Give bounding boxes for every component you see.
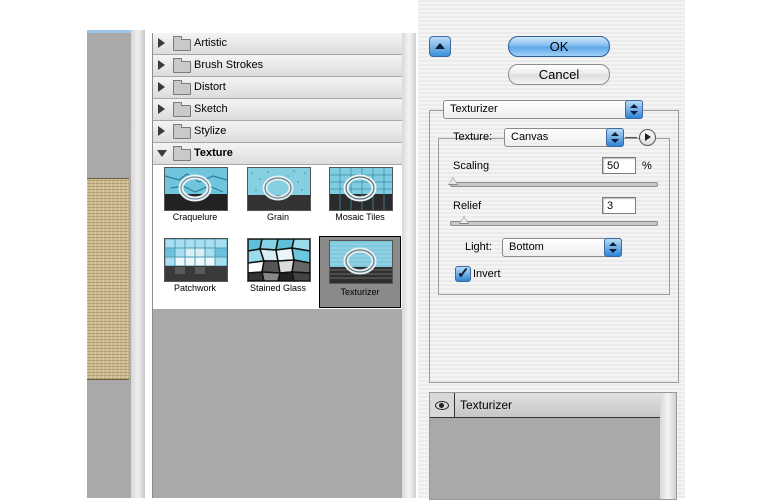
category-stylize[interactable]: Stylize: [153, 121, 403, 143]
category-brush-strokes[interactable]: Brush Strokes: [153, 55, 403, 77]
popup-arrows-icon: [625, 100, 643, 119]
folder-icon: [173, 58, 191, 73]
light-select-value: Bottom: [509, 241, 544, 253]
light-select[interactable]: Bottom: [502, 238, 622, 257]
craquelure-preview-image: [164, 167, 228, 211]
layers-scrollbar[interactable]: [660, 393, 676, 499]
scaling-input[interactable]: 50: [602, 157, 636, 174]
grain-preview-image: [247, 167, 311, 211]
relief-input[interactable]: 3: [602, 197, 636, 214]
thumbnail-label: Texturizer: [340, 287, 380, 297]
thumbnail-label: Patchwork: [173, 283, 217, 293]
preview-scrollbar[interactable]: [131, 30, 145, 498]
collapse-browser-button[interactable]: [429, 36, 451, 57]
texture-menu-button[interactable]: [639, 129, 656, 146]
folder-icon: [173, 124, 191, 139]
effect-layers-list: Texturizer: [429, 392, 677, 500]
popup-arrows-icon: [604, 238, 622, 257]
thumbnail-craquelure[interactable]: Craquelure: [157, 165, 233, 231]
scaling-slider-track[interactable]: [450, 182, 658, 187]
thumbnail-label: Stained Glass: [249, 283, 307, 293]
disclosure-triangle-icon[interactable]: [158, 38, 165, 48]
invert-label: Invert: [473, 268, 501, 280]
thumbnail-stained-glass[interactable]: Stained Glass: [240, 236, 316, 302]
texturizer-preview-image: [329, 240, 393, 284]
thumbnail-label: Mosaic Tiles: [335, 212, 385, 222]
scaling-slider-thumb[interactable]: [448, 177, 458, 185]
filter-select-value: Texturizer: [450, 103, 498, 115]
scaling-label: Scaling: [453, 160, 490, 172]
cancel-button[interactable]: Cancel: [508, 64, 610, 85]
checkmark-icon: ✓: [457, 265, 470, 282]
thumbnail-mosaic-tiles[interactable]: Mosaic Tiles: [322, 165, 398, 231]
disclosure-triangle-icon[interactable]: [157, 150, 167, 157]
category-label: Texture: [194, 147, 233, 159]
ok-button[interactable]: OK: [508, 36, 610, 57]
category-label: Brush Strokes: [194, 59, 264, 71]
relief-slider-track[interactable]: [450, 221, 658, 226]
category-label: Artistic: [194, 37, 227, 49]
category-texture[interactable]: Texture: [153, 143, 403, 165]
relief-slider-thumb[interactable]: [459, 216, 469, 224]
mosaic-tiles-preview-image: [329, 167, 393, 211]
patchwork-preview-image: [164, 238, 228, 282]
category-artistic[interactable]: Artistic: [153, 33, 403, 55]
invert-checkbox[interactable]: ✓: [455, 265, 471, 282]
category-sketch[interactable]: Sketch: [153, 99, 403, 121]
disclosure-triangle-icon[interactable]: [158, 104, 165, 114]
texture-preview-image[interactable]: [87, 178, 129, 380]
category-label: Sketch: [194, 103, 228, 115]
texture-filter-thumbnails: Craquelure Grain Mosaic Tiles Patchwork …: [153, 165, 403, 309]
eye-icon: [435, 401, 449, 410]
filter-browser-scrollbar[interactable]: [402, 33, 416, 498]
preview-pane: [87, 30, 145, 498]
thumbnail-label: Grain: [266, 212, 289, 222]
texture-select-value: Canvas: [511, 131, 549, 143]
category-label: Distort: [194, 81, 226, 93]
disclosure-triangle-icon[interactable]: [158, 82, 165, 92]
relief-label: Relief: [453, 200, 482, 212]
popup-arrows-icon: [606, 128, 624, 147]
scaling-unit: %: [642, 160, 652, 172]
folder-icon: [173, 80, 191, 95]
folder-icon: [173, 36, 191, 51]
layer-visibility-toggle[interactable]: [430, 393, 455, 417]
thumbnail-grain[interactable]: Grain: [240, 165, 316, 231]
thumbnail-texturizer[interactable]: Texturizer: [319, 236, 401, 308]
stained-glass-preview-image: [247, 238, 311, 282]
light-label: Light:: [465, 241, 492, 253]
disclosure-triangle-icon[interactable]: [158, 126, 165, 136]
category-label: Stylize: [194, 125, 227, 137]
filter-browser: Artistic Brush Strokes Distort Sketch St…: [152, 33, 403, 498]
thumbnail-label: Craquelure: [172, 212, 218, 222]
filter-select[interactable]: Texturizer: [443, 100, 643, 119]
folder-open-icon: [173, 146, 191, 161]
effect-layer-row[interactable]: Texturizer: [430, 393, 660, 418]
texture-menu-connector: [625, 137, 637, 138]
texture-select[interactable]: Canvas: [504, 128, 624, 147]
disclosure-triangle-icon[interactable]: [158, 60, 165, 70]
folder-icon: [173, 102, 191, 117]
category-distort[interactable]: Distort: [153, 77, 403, 99]
layer-name: Texturizer: [460, 398, 513, 412]
texture-label: Texture:: [453, 131, 493, 143]
thumbnail-patchwork[interactable]: Patchwork: [157, 236, 233, 302]
